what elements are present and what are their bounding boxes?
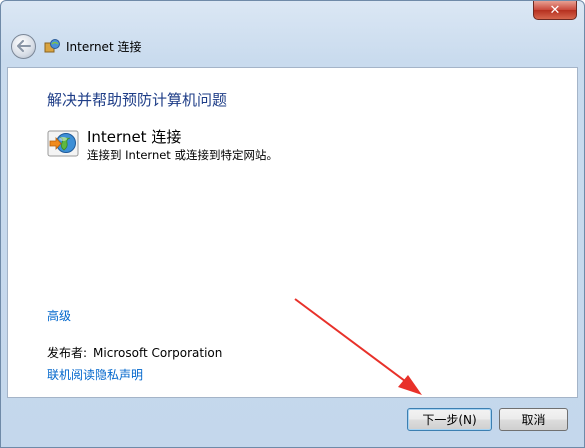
troubleshooter-icon <box>44 38 60 54</box>
cancel-button-label: 取消 <box>521 413 546 427</box>
back-button[interactable] <box>11 33 36 59</box>
next-button-label: 下一步(N) <box>422 413 477 427</box>
close-button[interactable]: ✕ <box>533 1 577 20</box>
advanced-link[interactable]: 高级 <box>47 307 71 324</box>
publisher-value: Microsoft Corporation <box>93 346 223 360</box>
publisher-label: 发布者: <box>47 346 88 360</box>
back-arrow-icon <box>16 40 31 52</box>
troubleshooter-window: ✕ Internet 连接 解决并帮助预防计算机问题 Internet 连接 连… <box>0 0 585 448</box>
internet-connection-item[interactable]: Internet 连接 连接到 Internet 或连接到特定网站。 <box>47 127 557 163</box>
window-title: Internet 连接 <box>66 39 142 54</box>
item-description: 连接到 Internet 或连接到特定网站。 <box>87 148 278 162</box>
close-icon: ✕ <box>549 2 561 18</box>
content-panel: 解决并帮助预防计算机问题 Internet 连接 连接到 Internet 或连… <box>7 67 578 398</box>
privacy-statement-link[interactable]: 联机阅读隐私声明 <box>47 366 143 383</box>
internet-globe-icon <box>47 127 79 159</box>
item-title: Internet 连接 <box>87 128 182 146</box>
next-button[interactable]: 下一步(N) <box>407 408 492 431</box>
item-text: Internet 连接 连接到 Internet 或连接到特定网站。 <box>87 127 278 163</box>
navigation-bar: Internet 连接 <box>7 29 578 63</box>
page-heading: 解决并帮助预防计算机问题 <box>47 91 228 109</box>
cancel-button[interactable]: 取消 <box>499 408 568 431</box>
publisher-info: 发布者: Microsoft Corporation <box>47 344 222 361</box>
